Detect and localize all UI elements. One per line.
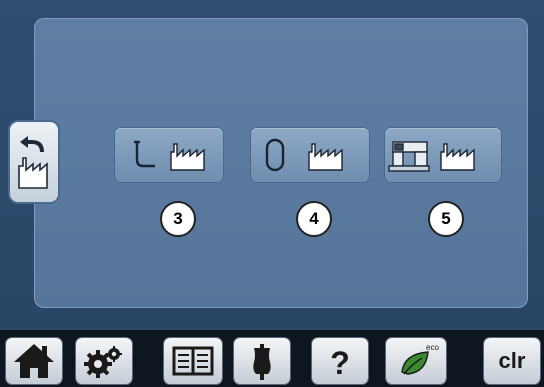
svg-text:?: ? — [330, 345, 350, 381]
reset-machine-button[interactable] — [385, 128, 501, 182]
eco-label: eco — [426, 343, 439, 352]
creative-consultant-dress-form-icon — [253, 344, 271, 380]
hoop-factory-icon — [265, 138, 343, 172]
help-button[interactable]: ? — [312, 338, 368, 384]
reset-presser-foot-button[interactable] — [115, 128, 223, 182]
badge-3: 3 — [160, 201, 196, 237]
tutorial-button[interactable] — [164, 338, 222, 384]
setup-gears-icon — [84, 346, 122, 378]
eco-button[interactable]: eco — [386, 338, 446, 384]
back-button[interactable] — [10, 122, 58, 202]
badge-5: 5 — [428, 201, 464, 237]
return-arrow-factory-icon — [18, 136, 48, 189]
machine-factory-icon — [388, 141, 475, 172]
setup-button[interactable] — [76, 338, 132, 384]
home-button[interactable] — [6, 338, 62, 384]
presser-foot-factory-icon — [134, 140, 205, 171]
home-icon — [14, 344, 54, 378]
clear-label: clr — [498, 348, 526, 373]
creative-consultant-button[interactable] — [234, 338, 290, 384]
tutorial-book-icon — [172, 346, 214, 376]
clear-button[interactable]: clr — [484, 338, 540, 384]
badge-4: 4 — [296, 201, 332, 237]
help-question-icon: ? — [330, 345, 350, 381]
reset-hoop-button[interactable] — [251, 128, 369, 182]
eco-leaf-icon: eco — [401, 343, 439, 375]
